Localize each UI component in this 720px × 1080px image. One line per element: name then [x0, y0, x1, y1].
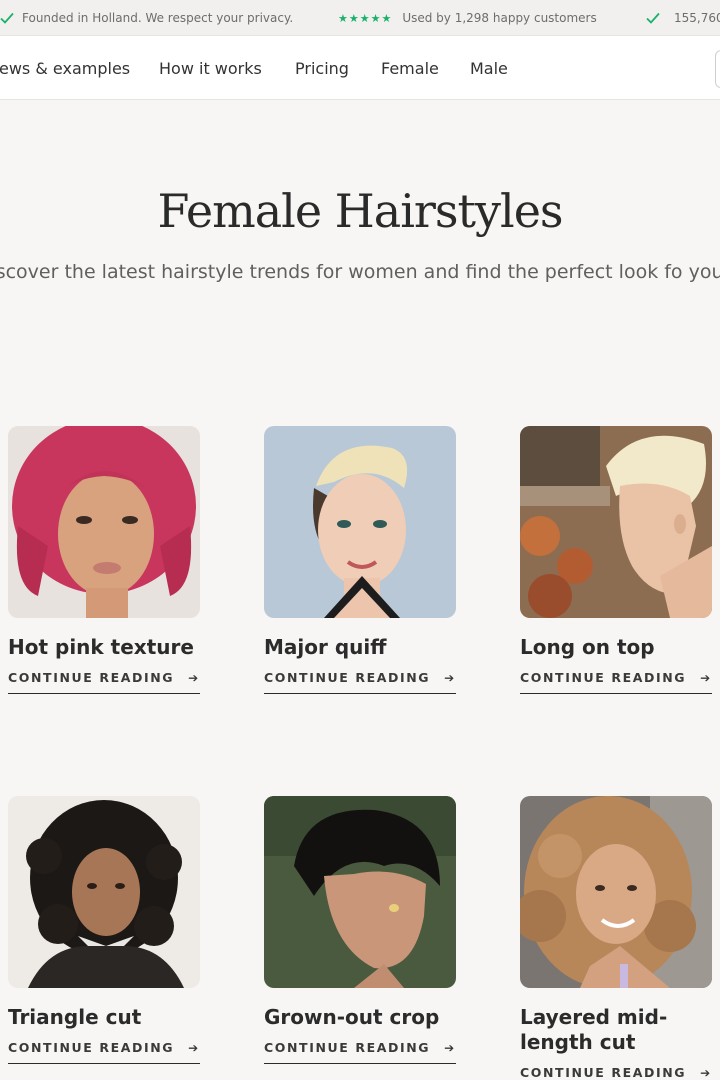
continue-reading-label: CONTINUE READING — [8, 670, 175, 685]
trust-text-count: 155,760 — [674, 11, 720, 25]
arrow-right-icon: ➔ — [444, 1040, 456, 1055]
hairstyle-image[interactable] — [8, 426, 200, 618]
hairstyle-title[interactable]: Hot pink texture — [8, 635, 200, 660]
continue-reading-link[interactable]: CONTINUE READING ➔ — [8, 670, 200, 694]
hairstyle-title[interactable]: Triangle cut — [8, 1005, 200, 1030]
trust-item-customers: ★★★★★ Used by 1,298 happy customers — [338, 11, 597, 25]
nav-item-female[interactable]: Female — [381, 59, 439, 78]
continue-reading-label: CONTINUE READING — [8, 1040, 175, 1055]
arrow-right-icon: ➔ — [188, 670, 200, 685]
trust-text-founded: Founded in Holland. We respect your priv… — [22, 11, 294, 25]
arrow-right-icon: ➔ — [444, 670, 456, 685]
nav-item-how-it-works[interactable]: How it works — [159, 59, 262, 78]
arrow-right-icon: ➔ — [188, 1040, 200, 1055]
continue-reading-label: CONTINUE READING — [520, 1065, 687, 1080]
arrow-right-icon: ➔ — [700, 670, 712, 685]
hairstyle-image[interactable] — [520, 426, 712, 618]
hairstyle-title[interactable]: Major quiff — [264, 635, 456, 660]
hairstyle-card[interactable]: Long on top CONTINUE READING ➔ — [520, 426, 712, 694]
nav-item-pricing[interactable]: Pricing — [295, 59, 349, 78]
hairstyle-title[interactable]: Long on top — [520, 635, 712, 660]
continue-reading-link[interactable]: CONTINUE READING ➔ — [264, 670, 456, 694]
check-icon — [646, 11, 660, 25]
hairstyle-card[interactable]: Layered mid-length cut CONTINUE READING … — [520, 796, 712, 1080]
trust-bar: Founded in Holland. We respect your priv… — [0, 0, 720, 36]
trust-text-customers: Used by 1,298 happy customers — [402, 11, 597, 25]
continue-reading-link[interactable]: CONTINUE READING ➔ — [264, 1040, 456, 1064]
main-nav: ews & examples How it works Pricing Fema… — [0, 36, 720, 100]
continue-reading-link[interactable]: CONTINUE READING ➔ — [520, 1065, 712, 1080]
nav-item-reviews[interactable]: ews & examples — [0, 59, 130, 78]
continue-reading-link[interactable]: CONTINUE READING ➔ — [520, 670, 712, 694]
hairstyle-title[interactable]: Grown-out crop — [264, 1005, 456, 1030]
page-subtitle: iscover the latest hairstyle trends for … — [0, 261, 720, 283]
page-title: Female Hairstyles — [157, 184, 563, 238]
hairstyle-image[interactable] — [520, 796, 712, 988]
continue-reading-link[interactable]: CONTINUE READING ➔ — [8, 1040, 200, 1064]
nav-cta-button[interactable] — [715, 50, 720, 88]
hairstyle-card[interactable]: Hot pink texture CONTINUE READING ➔ — [8, 426, 200, 694]
continue-reading-label: CONTINUE READING — [264, 1040, 431, 1055]
continue-reading-label: CONTINUE READING — [264, 670, 431, 685]
hairstyle-image[interactable] — [264, 796, 456, 988]
continue-reading-label: CONTINUE READING — [520, 670, 687, 685]
trust-item-founded: Founded in Holland. We respect your priv… — [0, 11, 293, 25]
hairstyle-card[interactable]: Major quiff CONTINUE READING ➔ — [264, 426, 456, 694]
hairstyle-card[interactable]: Grown-out crop CONTINUE READING ➔ — [264, 796, 456, 1064]
hairstyle-image[interactable] — [264, 426, 456, 618]
hairstyle-card[interactable]: Triangle cut CONTINUE READING ➔ — [8, 796, 200, 1064]
hairstyle-title[interactable]: Layered mid-length cut — [520, 1005, 712, 1055]
hairstyle-image[interactable] — [8, 796, 200, 988]
trust-item-count: 155,760 — [646, 11, 720, 25]
arrow-right-icon: ➔ — [700, 1065, 712, 1080]
nav-item-male[interactable]: Male — [470, 59, 508, 78]
check-icon — [0, 11, 14, 25]
star-rating-icon: ★★★★★ — [338, 11, 393, 25]
